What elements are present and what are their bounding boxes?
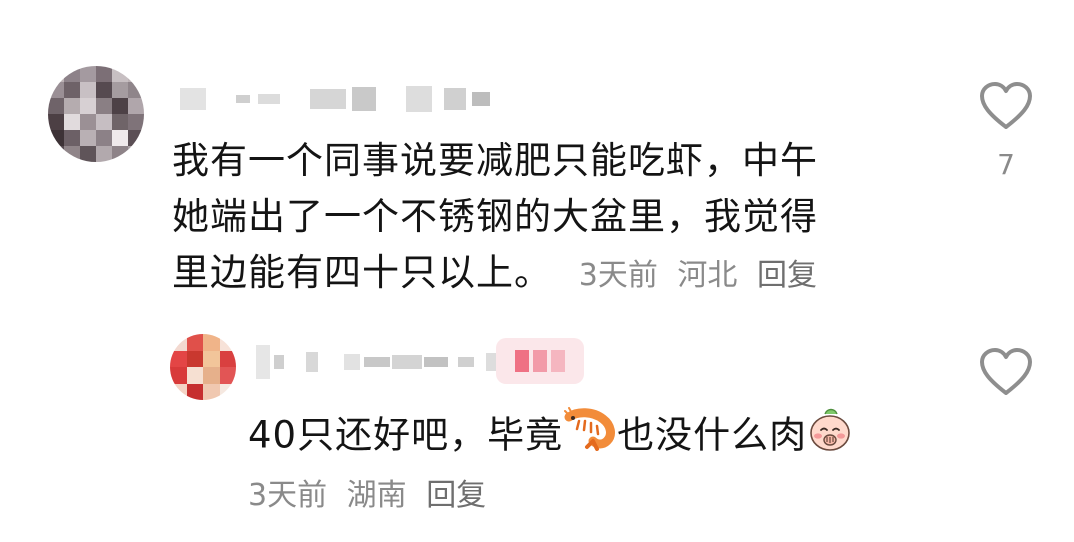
heart-outline-icon[interactable] <box>979 82 1033 130</box>
comment-text-line: 里边能有四十只以上。 <box>172 251 552 294</box>
comment-text: 40只还好吧，毕竟 也没什么肉 <box>248 406 948 468</box>
avatar[interactable] <box>48 66 144 162</box>
comment-item: 我有一个同事说要减肥只能吃虾，中午 她端出了一个不锈钢的大盆里，我觉得 里边能有… <box>0 0 1074 320</box>
like-count: 7 <box>997 148 1015 181</box>
comment-text: 我有一个同事说要减肥只能吃虾，中午 她端出了一个不锈钢的大盆里，我觉得 里边能有… <box>172 133 932 304</box>
comment-meta: 3天前 湖南 回复 <box>248 476 496 516</box>
comment-location: 河北 <box>677 258 738 293</box>
user-badge-blurred <box>496 338 584 384</box>
shrimp-emoji-icon <box>563 407 617 467</box>
avatar[interactable] <box>170 334 236 400</box>
comment-text-line: 她端出了一个不锈钢的大盆里，我觉得 <box>172 195 818 238</box>
comment-text-part: 40只还好吧，毕竟 <box>248 413 564 457</box>
comment-text-part: 也没什么肉 <box>617 413 808 457</box>
reply-button[interactable]: 回复 <box>426 478 486 513</box>
reply-button[interactable]: 回复 <box>757 258 817 293</box>
comment-meta: 3天前 河北 回复 <box>579 258 827 293</box>
comment-text-line-last: 里边能有四十只以上。 3天前 河北 回复 <box>172 245 932 304</box>
like-button[interactable]: 7 <box>976 82 1036 181</box>
comment-time: 3天前 <box>248 478 328 513</box>
peach-face-emoji-icon <box>807 406 853 468</box>
comment-time: 3天前 <box>578 258 658 293</box>
like-button[interactable] <box>976 348 1036 396</box>
comment-location: 湖南 <box>346 478 407 513</box>
reply-comment-item: 40只还好吧，毕竟 也没什么肉 3天前 湖南 回复 <box>0 320 1074 542</box>
heart-outline-icon[interactable] <box>979 348 1033 396</box>
username-blurred[interactable] <box>180 84 490 114</box>
comment-text-line: 我有一个同事说要减肥只能吃虾，中午 <box>172 139 818 182</box>
username-blurred[interactable] <box>256 342 504 382</box>
